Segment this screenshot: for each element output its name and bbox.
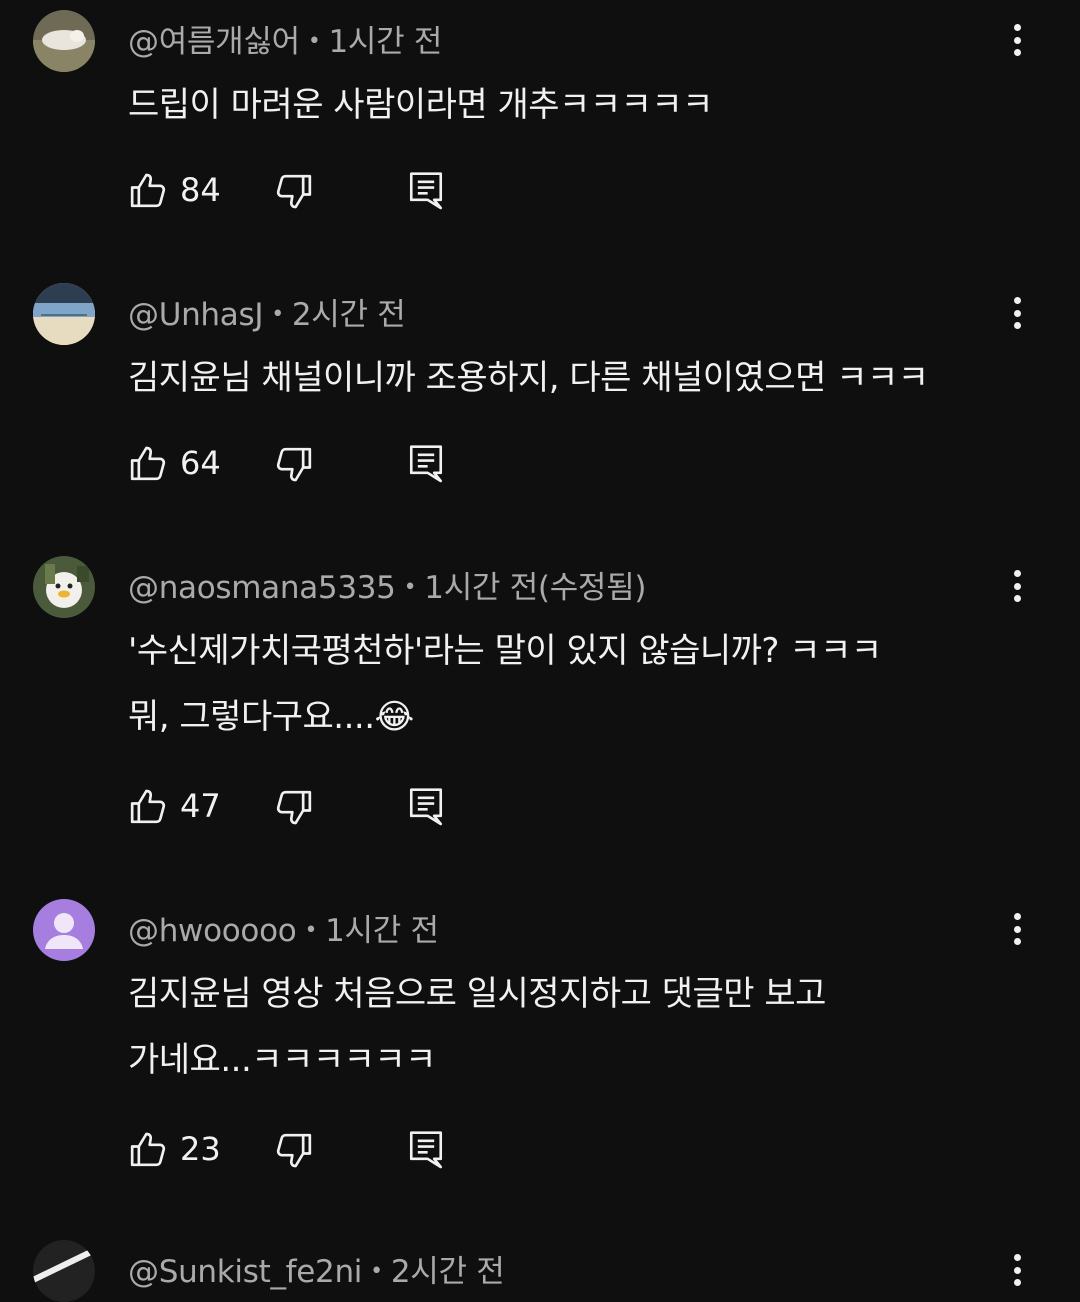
reply-button[interactable] xyxy=(408,170,444,210)
thumb-up-icon xyxy=(130,446,166,481)
comment-text-line: 김지윤님 채널이니까 조용하지, 다른 채널이였으면 ㅋㅋㅋ xyxy=(128,358,929,398)
dislike-button[interactable] xyxy=(274,788,314,828)
avatar[interactable] xyxy=(33,556,95,618)
like-button[interactable] xyxy=(128,170,168,210)
thumb-down-icon xyxy=(276,790,312,825)
more-options-button[interactable] xyxy=(1000,1250,1034,1290)
comment-author[interactable]: @hwooooo xyxy=(128,913,297,949)
comment-text-line: 드립이 마려운 사람이라면 개추ㅋㅋㅋㅋㅋ xyxy=(128,85,713,125)
separator-dot: • xyxy=(403,575,417,600)
comment-text: 김지윤님 채널이니까 조용하지, 다른 채널이였으면 ㅋㅋㅋ xyxy=(128,345,1028,411)
more-options-button[interactable] xyxy=(1000,293,1034,333)
default-avatar-icon xyxy=(33,899,95,961)
separator-dot: • xyxy=(370,1259,383,1284)
comment-text-line: 김지윤님 영상 처음으로 일시정지하고 댓글만 보고 xyxy=(128,974,826,1014)
comment-time[interactable]: 1시간 전(수정됨) xyxy=(424,570,646,606)
like-count: 64 xyxy=(180,444,221,482)
comment-text-line: 가네요...ㅋㅋㅋㅋㅋㅋ xyxy=(128,1040,436,1080)
avatar[interactable] xyxy=(33,10,95,72)
more-vertical-icon xyxy=(1013,1254,1021,1261)
like-count: 47 xyxy=(180,787,221,825)
reply-button[interactable] xyxy=(408,786,444,826)
more-vertical-icon xyxy=(1013,913,1021,920)
like-count: 23 xyxy=(180,1130,221,1168)
thumb-down-icon xyxy=(276,1133,312,1168)
avatar-image-icon xyxy=(33,10,95,72)
comment-author[interactable]: @naosmana5335 xyxy=(128,570,396,606)
more-vertical-icon xyxy=(1013,297,1021,304)
dislike-button[interactable] xyxy=(274,445,314,485)
reply-comment-icon xyxy=(409,788,443,826)
comment-text: 김지윤님 영상 처음으로 일시정지하고 댓글만 보고 가네요...ㅋㅋㅋㅋㅋㅋ xyxy=(128,961,1028,1093)
separator-dot: • xyxy=(307,29,321,54)
like-button[interactable] xyxy=(128,1129,168,1169)
thumb-up-icon xyxy=(130,789,166,824)
comment-time[interactable]: 2시간 전 xyxy=(292,297,406,333)
comment-actions: 47 xyxy=(128,786,468,836)
more-vertical-icon xyxy=(1013,24,1021,31)
separator-dot: • xyxy=(271,302,284,327)
avatar[interactable] xyxy=(33,283,95,345)
avatar[interactable] xyxy=(33,1240,95,1302)
comment-text-line: 뭐, 그렇다구요....😂 xyxy=(128,697,414,737)
comment-author[interactable]: @UnhasJ xyxy=(128,297,263,333)
avatar-image-icon xyxy=(33,1240,95,1302)
more-options-button[interactable] xyxy=(1000,566,1034,606)
comment-time[interactable]: 1시간 전 xyxy=(329,24,443,60)
like-button[interactable] xyxy=(128,443,168,483)
thumb-down-icon xyxy=(276,174,312,209)
thumb-up-icon xyxy=(130,173,166,208)
reply-button[interactable] xyxy=(408,1129,444,1169)
like-count: 84 xyxy=(180,171,221,209)
comment-text: 드립이 마려운 사람이라면 개추ㅋㅋㅋㅋㅋ xyxy=(128,72,1028,138)
dislike-button[interactable] xyxy=(274,1131,314,1171)
like-button[interactable] xyxy=(128,786,168,826)
comment-actions: 64 xyxy=(128,443,468,493)
more-options-button[interactable] xyxy=(1000,20,1034,60)
avatar-image-icon xyxy=(33,283,95,345)
comment-time[interactable]: 1시간 전 xyxy=(325,913,439,949)
more-vertical-icon xyxy=(1013,570,1021,577)
comment-meta: @Sunkist_fe2ni • 2시간 전 xyxy=(128,1246,505,1291)
thumb-up-icon xyxy=(130,1132,166,1167)
avatar-image-icon xyxy=(33,556,95,618)
reply-comment-icon xyxy=(409,172,443,210)
reply-comment-icon xyxy=(409,1131,443,1169)
comment-meta: @naosmana5335 • 1시간 전(수정됨) xyxy=(128,562,646,607)
comment-text: '수신제가치국평천하'라는 말이 있지 않습니까? ㅋㅋㅋ 뭐, 그렇다구요..… xyxy=(128,618,1028,750)
avatar[interactable] xyxy=(33,899,95,961)
thumb-down-icon xyxy=(276,447,312,482)
reply-comment-icon xyxy=(409,445,443,483)
separator-dot: • xyxy=(304,918,318,943)
comment-actions: 23 xyxy=(128,1129,468,1179)
comment-meta: @여름개싫어 • 1시간 전 xyxy=(128,16,442,61)
comment-author[interactable]: @여름개싫어 xyxy=(128,24,300,60)
comment-time[interactable]: 2시간 전 xyxy=(391,1254,505,1290)
comment-meta: @UnhasJ • 2시간 전 xyxy=(128,289,406,334)
more-options-button[interactable] xyxy=(1000,909,1034,949)
comment-text-line: '수신제가치국평천하'라는 말이 있지 않습니까? ㅋㅋㅋ xyxy=(128,631,882,671)
comment-actions: 84 xyxy=(128,170,468,220)
dislike-button[interactable] xyxy=(274,172,314,212)
comment-author[interactable]: @Sunkist_fe2ni xyxy=(128,1254,362,1290)
comment-meta: @hwooooo • 1시간 전 xyxy=(128,905,439,950)
reply-button[interactable] xyxy=(408,443,444,483)
